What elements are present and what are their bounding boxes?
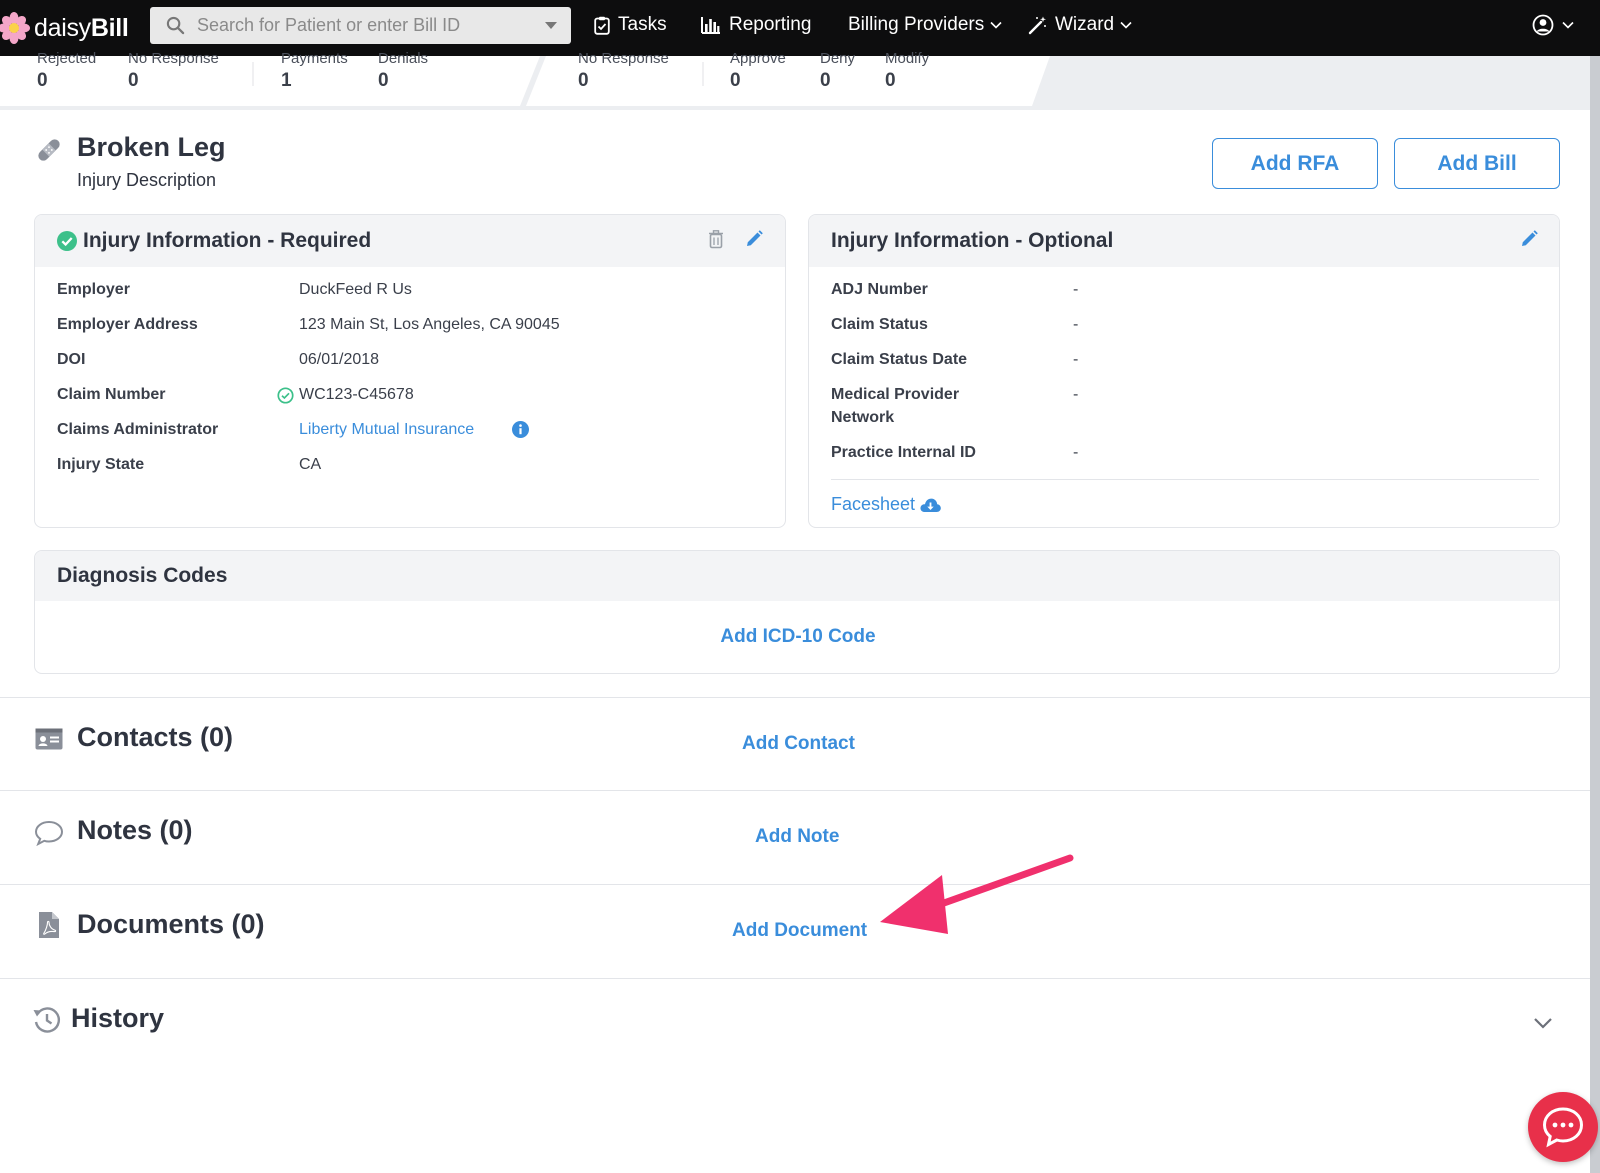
chevron-down-icon [1562, 21, 1574, 29]
injury-info-optional-panel: Injury Information - Optional ADJ Number… [808, 214, 1560, 528]
add-document-link[interactable]: Add Document [732, 920, 867, 942]
pencil-edit-icon[interactable] [1520, 230, 1538, 248]
add-bill-button[interactable]: Add Bill [1394, 138, 1560, 189]
panel-title: Injury Information - Optional [831, 229, 1114, 252]
clipboard-check-icon [594, 16, 610, 35]
top-navbar: daisyBill Tasks Reporting Billing Provid… [0, 0, 1600, 56]
add-rfa-button[interactable]: Add RFA [1212, 138, 1378, 189]
facesheet-link[interactable]: Facesheet [831, 494, 941, 515]
injury-description-label: Injury Description [77, 170, 217, 190]
section-divider [0, 790, 1590, 791]
search-icon [166, 16, 185, 35]
section-divider [0, 697, 1590, 698]
info-icon[interactable] [512, 421, 529, 438]
chat-widget-button[interactable] [1528, 1092, 1598, 1162]
section-divider [0, 978, 1590, 979]
bandage-icon [38, 139, 60, 161]
add-note-link[interactable]: Add Note [755, 826, 839, 848]
add-contact-link[interactable]: Add Contact [742, 733, 855, 755]
chat-bubble-icon [1542, 1107, 1584, 1148]
logo-text: daisyBill [34, 13, 129, 42]
chevron-down-icon [1120, 21, 1132, 29]
annotation-arrow [880, 854, 1074, 934]
nav-billing-providers[interactable]: Billing Providers [848, 0, 1010, 50]
window-edge [1590, 0, 1600, 1173]
verified-check-icon [277, 387, 294, 404]
injury-info-required-panel: Injury Information - Required Employer D… [34, 214, 786, 528]
add-icd10-code-link[interactable]: Add ICD-10 Code [720, 626, 875, 647]
history-title: History [71, 1003, 165, 1033]
check-circle-icon [57, 231, 77, 251]
nav-wizard[interactable]: Wizard [1028, 0, 1140, 50]
account-menu[interactable] [1532, 0, 1582, 50]
documents-title: Documents (0) [77, 909, 265, 939]
notes-title: Notes (0) [77, 815, 193, 845]
contacts-title: Contacts (0) [77, 722, 234, 752]
panel-title: Injury Information - Required [83, 229, 372, 252]
nav-tasks[interactable]: Tasks [594, 0, 667, 50]
panel-header: Injury Information - Required [35, 215, 785, 267]
divider [831, 479, 1539, 480]
pencil-edit-icon[interactable] [745, 230, 763, 248]
app-logo[interactable]: daisyBill [0, 0, 129, 56]
user-circle-icon [1532, 14, 1554, 36]
search-dropdown-caret-icon[interactable] [545, 22, 557, 29]
trash-icon[interactable] [708, 230, 724, 249]
injury-title: Broken Leg [77, 132, 226, 162]
cloud-download-icon [920, 498, 941, 512]
claims-administrator-link[interactable]: Liberty Mutual Insurance [299, 418, 474, 442]
id-card-icon [35, 728, 63, 750]
daisy-flower-icon [0, 12, 30, 44]
chevron-down-icon [990, 21, 1002, 29]
search-input[interactable] [197, 15, 537, 36]
history-clock-icon [33, 1007, 60, 1033]
panel-header: Injury Information - Optional [809, 215, 1559, 267]
section-divider [0, 884, 1590, 885]
bar-chart-icon [701, 17, 720, 34]
speech-bubble-icon [34, 820, 64, 846]
nav-reporting[interactable]: Reporting [701, 0, 811, 50]
magic-wand-icon [1028, 16, 1046, 34]
panel-header: Diagnosis Codes [35, 551, 1559, 601]
chevron-down-icon[interactable] [1533, 1017, 1553, 1029]
pdf-file-icon [39, 912, 59, 938]
panel-title: Diagnosis Codes [57, 564, 228, 587]
diagnosis-codes-panel: Diagnosis Codes Add ICD-10 Code [34, 550, 1560, 674]
bill-stats-strip: Rejected 0 No Response 0 Payments 1 Deni… [0, 50, 1590, 110]
patient-search[interactable] [150, 7, 571, 44]
